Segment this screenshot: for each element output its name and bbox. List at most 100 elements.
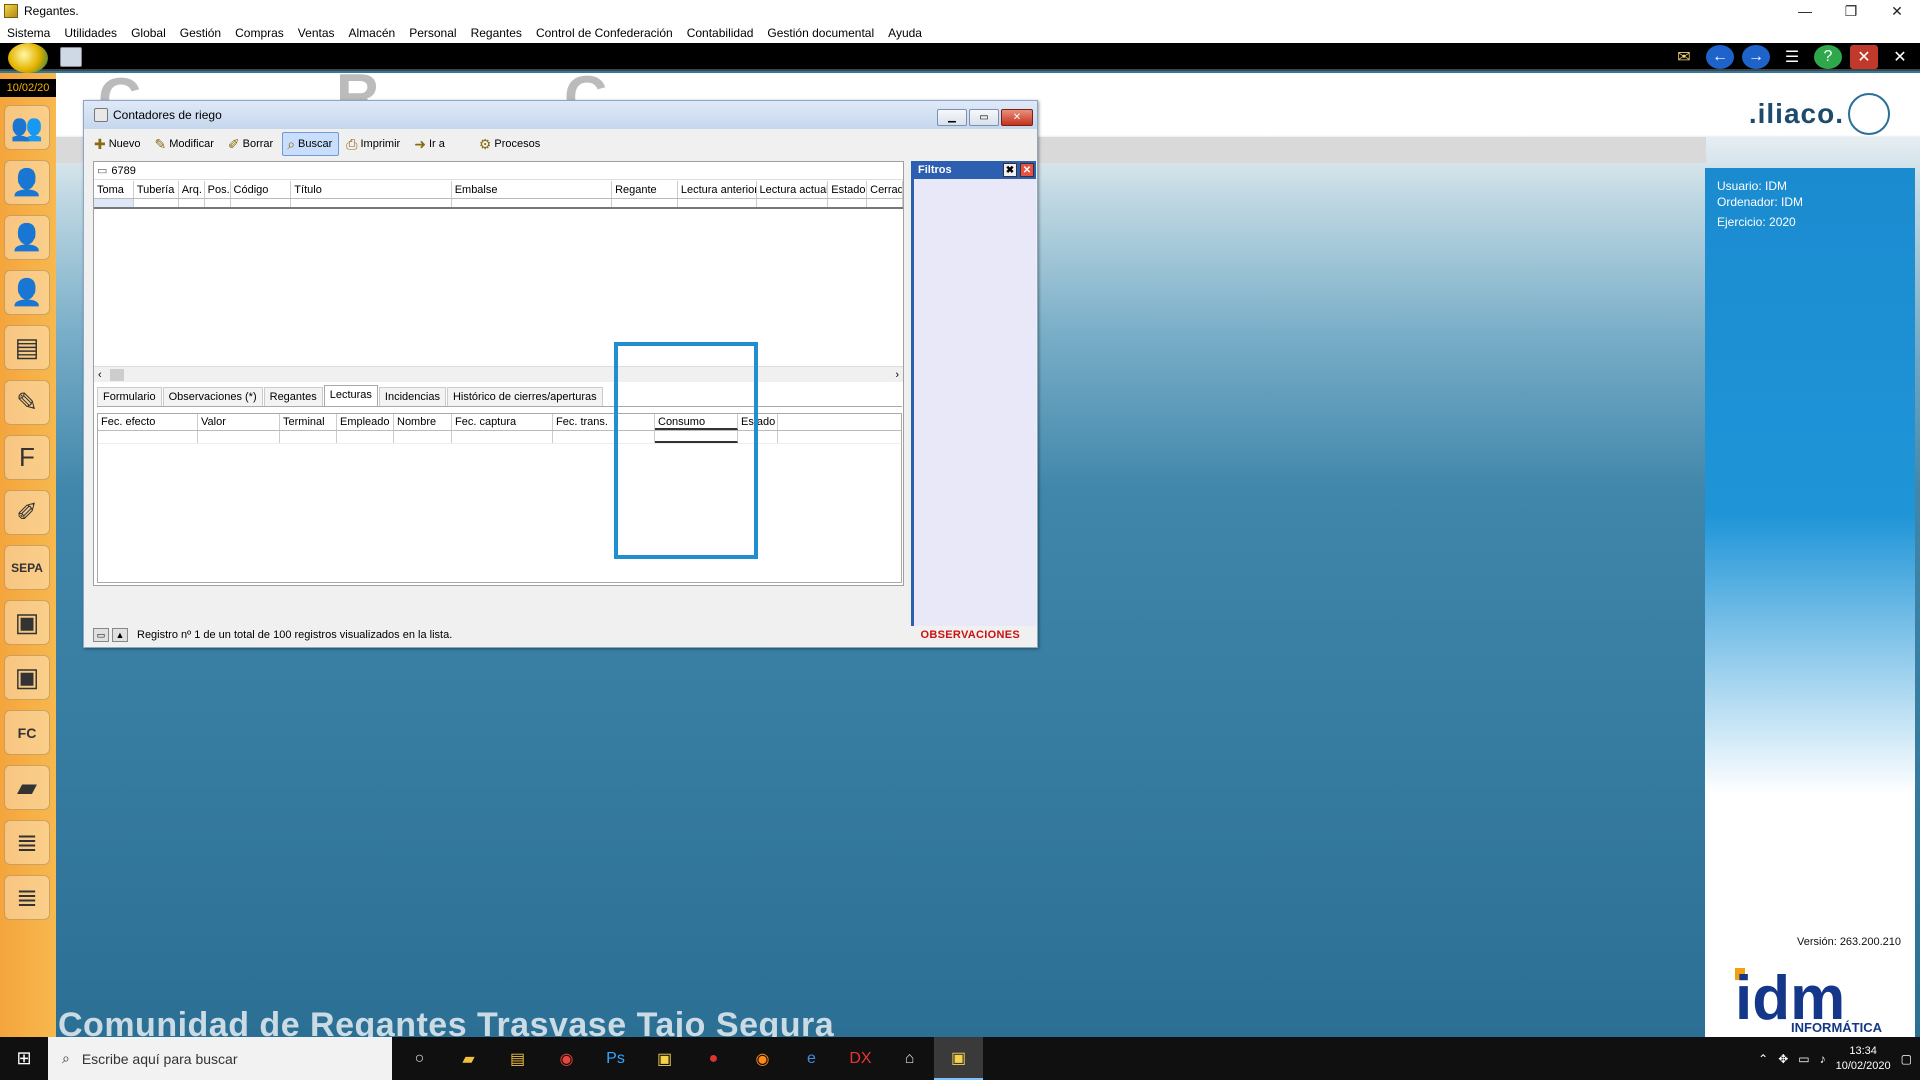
calendar-icon[interactable] xyxy=(60,47,82,67)
taskbar-search[interactable]: ⌕ Escribe aquí para buscar xyxy=(48,1037,392,1080)
col-pos[interactable]: Pos. xyxy=(205,181,231,198)
bag-icon[interactable]: ▣ xyxy=(4,655,50,700)
cell[interactable] xyxy=(205,199,231,207)
cell[interactable] xyxy=(678,199,757,207)
menu-ventas[interactable]: Ventas xyxy=(291,26,342,40)
sepa-icon[interactable]: SEPA xyxy=(4,545,50,590)
col-titulo[interactable]: Título xyxy=(291,181,452,198)
borrar-button[interactable]: ✐ Borrar xyxy=(223,132,280,156)
tab-incidencias[interactable]: Incidencias xyxy=(378,387,446,406)
col-lectura-anterior[interactable]: Lectura anterior xyxy=(678,181,757,198)
menu-gestion-documental[interactable]: Gestión documental xyxy=(760,26,881,40)
window-titlebar[interactable]: Contadores de riego xyxy=(84,101,1037,129)
folder-app-icon[interactable]: ▰ xyxy=(444,1037,493,1080)
minimize-button[interactable]: — xyxy=(1782,0,1828,22)
edge-icon[interactable]: e xyxy=(787,1037,836,1080)
network-icon[interactable]: ▭ xyxy=(1798,1052,1809,1066)
windows-start-icon[interactable]: ⊞ xyxy=(0,1037,48,1080)
scroll-right-icon[interactable]: › xyxy=(895,369,899,381)
col-codigo[interactable]: Código xyxy=(231,181,292,198)
scroll-left-icon[interactable]: ‹ xyxy=(98,369,102,381)
network-app-icon[interactable]: ⌂ xyxy=(885,1037,934,1080)
mail-icon[interactable]: ✉ xyxy=(1670,45,1698,69)
window-close-button[interactable]: ✕ xyxy=(1001,109,1033,126)
col-tuberia[interactable]: Tubería xyxy=(134,181,179,198)
menu-regantes[interactable]: Regantes xyxy=(464,26,529,40)
col-empleado[interactable]: Empleado xyxy=(337,414,394,430)
fc-icon[interactable]: FC xyxy=(4,710,50,755)
col-valor[interactable]: Valor xyxy=(198,414,280,430)
edit-icon[interactable]: ✐ xyxy=(4,490,50,535)
menu-compras[interactable]: Compras xyxy=(228,26,291,40)
user-a-icon[interactable]: 👤 xyxy=(4,160,50,205)
cell[interactable] xyxy=(394,431,452,443)
folder-f-icon[interactable]: F xyxy=(4,435,50,480)
database-icon[interactable]: ▤ xyxy=(4,325,50,370)
chevron-up-icon[interactable]: ⌃ xyxy=(1758,1052,1768,1066)
dropbox-icon[interactable]: ✥ xyxy=(1778,1052,1788,1066)
modificar-button[interactable]: ✎ Modificar xyxy=(150,132,221,156)
menu-gestion[interactable]: Gestión xyxy=(173,26,228,40)
col-estado[interactable]: Estado xyxy=(828,181,868,198)
col-regante[interactable]: Regante xyxy=(612,181,678,198)
notifications-icon[interactable]: ▢ xyxy=(1901,1052,1912,1066)
horizontal-scrollbar[interactable]: ‹ › xyxy=(94,366,903,382)
cell[interactable] xyxy=(291,199,452,207)
col-toma[interactable]: Toma xyxy=(94,181,134,198)
tab-historico[interactable]: Histórico de cierres/aperturas xyxy=(446,387,603,406)
tab-lecturas[interactable]: Lecturas xyxy=(323,385,378,406)
help-icon[interactable]: ? xyxy=(1814,45,1842,69)
firefox-icon[interactable]: ◉ xyxy=(738,1037,787,1080)
menu-personal[interactable]: Personal xyxy=(402,26,463,40)
back-icon[interactable]: ← xyxy=(1706,45,1734,69)
buscar-button[interactable]: ⌕ Buscar xyxy=(282,132,340,156)
imprimir-button[interactable]: ⎙ Imprimir xyxy=(341,132,407,156)
maximize-button[interactable]: ❐ xyxy=(1828,0,1874,22)
app-logo-icon[interactable] xyxy=(8,43,48,73)
table-row[interactable] xyxy=(98,431,901,444)
user-icon[interactable]: 👤 xyxy=(4,270,50,315)
cell[interactable] xyxy=(757,199,829,207)
bag-icon[interactable]: ▣ xyxy=(4,600,50,645)
col-fec-efecto[interactable]: Fec. efecto xyxy=(98,414,198,430)
menu-contabilidad[interactable]: Contabilidad xyxy=(680,26,761,40)
menu-icon[interactable]: ☰ xyxy=(1778,45,1806,69)
clock[interactable]: 13:34 10/02/2020 xyxy=(1836,1044,1891,1074)
tab-observaciones[interactable]: Observaciones (*) xyxy=(162,387,263,406)
forward-icon[interactable]: → xyxy=(1742,45,1770,69)
pin-icon[interactable]: ✖ xyxy=(1003,163,1017,177)
notes-icon[interactable]: ✎ xyxy=(4,380,50,425)
menu-global[interactable]: Global xyxy=(124,26,173,40)
col-arq[interactable]: Arq. xyxy=(179,181,205,198)
cell[interactable] xyxy=(867,199,903,207)
cell[interactable] xyxy=(828,199,868,207)
cell[interactable] xyxy=(280,431,337,443)
col-embalse[interactable]: Embalse xyxy=(452,181,613,198)
task-view-icon[interactable]: ○ xyxy=(395,1037,444,1080)
regantes-active-icon[interactable]: ▣ xyxy=(934,1037,983,1080)
procesos-button[interactable]: ⚙ Procesos xyxy=(474,132,547,156)
cell[interactable] xyxy=(231,199,292,207)
menu-sistema[interactable]: Sistema xyxy=(0,26,57,40)
dx-icon[interactable]: DX xyxy=(836,1037,885,1080)
window-maximize-button[interactable]: ▭ xyxy=(969,109,999,126)
app-icon-red[interactable]: ● xyxy=(689,1037,738,1080)
exit-icon[interactable]: ✕ xyxy=(1886,45,1914,69)
cell[interactable] xyxy=(337,431,394,443)
user-icon[interactable]: 👤 xyxy=(4,215,50,260)
observaciones-label[interactable]: OBSERVACIONES xyxy=(921,629,1020,641)
col-lectura-actual[interactable]: Lectura actual xyxy=(757,181,829,198)
col-fec-captura[interactable]: Fec. captura xyxy=(452,414,553,430)
menu-ayuda[interactable]: Ayuda xyxy=(881,26,929,40)
users-icon[interactable]: 👥 xyxy=(4,105,50,150)
ir-a-button[interactable]: ➜ Ir a xyxy=(409,132,452,156)
menu-control-confederacion[interactable]: Control de Confederación xyxy=(529,26,680,40)
cell[interactable] xyxy=(198,431,280,443)
cell[interactable] xyxy=(179,199,205,207)
col-cerrado[interactable]: Cerrado xyxy=(867,181,903,198)
table-row[interactable] xyxy=(94,199,903,209)
list-icon[interactable]: ≣ xyxy=(4,820,50,865)
regantes-app-icon[interactable]: ▣ xyxy=(640,1037,689,1080)
cell[interactable] xyxy=(134,199,179,207)
chevron-up-icon[interactable]: ▲ xyxy=(112,628,128,642)
